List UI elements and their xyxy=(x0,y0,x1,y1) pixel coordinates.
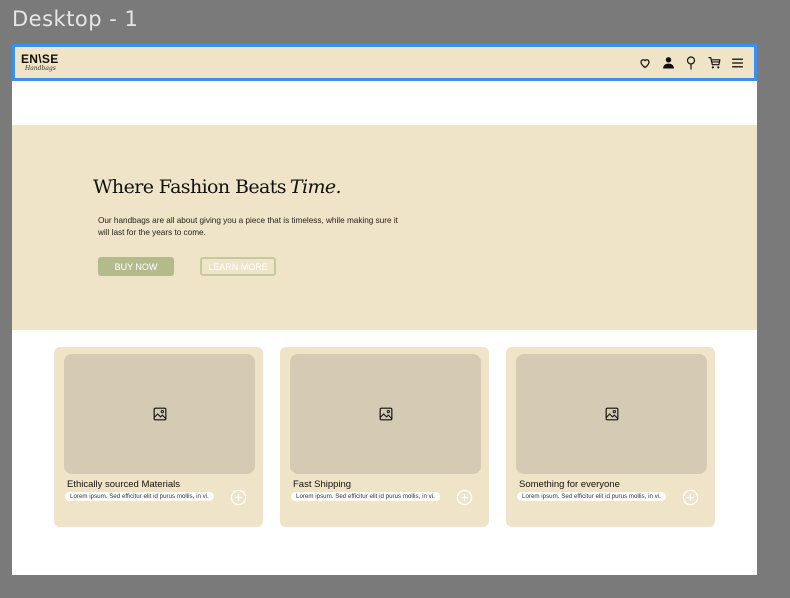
add-circle-icon[interactable] xyxy=(456,489,473,506)
card-title: Ethically sourced Materials xyxy=(67,479,180,490)
image-icon xyxy=(379,407,392,421)
logo-tagline: Handbags xyxy=(25,65,56,72)
feature-card: Fast Shipping Lorem ipsum. Sed efficitur… xyxy=(280,347,489,527)
hero-title: Where Fashion Beats Time. xyxy=(93,176,342,198)
learn-more-button[interactable]: LEARN MORE xyxy=(200,257,276,276)
hero-section: Where Fashion Beats Time. Our handbags ar… xyxy=(12,125,757,330)
desktop-frame: EN\SE Handbags Where Fashion BeatsTime. xyxy=(12,44,757,575)
frame-title: Desktop - 1 xyxy=(12,7,139,31)
card-title: Fast Shipping xyxy=(293,479,352,490)
hero-title-accent: Time. xyxy=(289,176,342,198)
image-icon xyxy=(153,407,166,421)
hero-description: Our handbags are all about giving you a … xyxy=(98,216,398,237)
logo[interactable]: EN\SE Handbags xyxy=(21,53,59,72)
logo-wordmark: EN\SE xyxy=(21,52,59,66)
location-pin-icon[interactable] xyxy=(684,55,698,70)
hero-title-text: Where Fashion Beats xyxy=(93,176,287,198)
navbar[interactable]: EN\SE Handbags xyxy=(12,44,757,81)
feature-card: Ethically sourced Materials Lorem ipsum.… xyxy=(54,347,263,527)
user-icon[interactable] xyxy=(661,56,675,70)
heart-icon[interactable] xyxy=(638,56,652,70)
card-description: Lorem ipsum. Sed efficitur elit id purus… xyxy=(517,492,666,501)
feature-card: Something for everyone Lorem ipsum. Sed … xyxy=(506,347,715,527)
card-image-placeholder xyxy=(64,354,255,474)
add-circle-icon[interactable] xyxy=(682,489,699,506)
nav-icons xyxy=(638,55,744,70)
image-icon xyxy=(605,407,618,421)
buy-now-button[interactable]: BUY NOW xyxy=(98,257,174,276)
menu-icon[interactable] xyxy=(730,56,744,70)
card-image-placeholder xyxy=(516,354,707,474)
card-title: Something for everyone xyxy=(519,479,620,490)
cart-icon[interactable] xyxy=(707,56,721,70)
card-description: Lorem ipsum. Sed efficitur elit id purus… xyxy=(291,492,440,501)
card-image-placeholder xyxy=(290,354,481,474)
card-description: Lorem ipsum. Sed efficitur elit id purus… xyxy=(65,492,214,501)
add-circle-icon[interactable] xyxy=(230,489,247,506)
